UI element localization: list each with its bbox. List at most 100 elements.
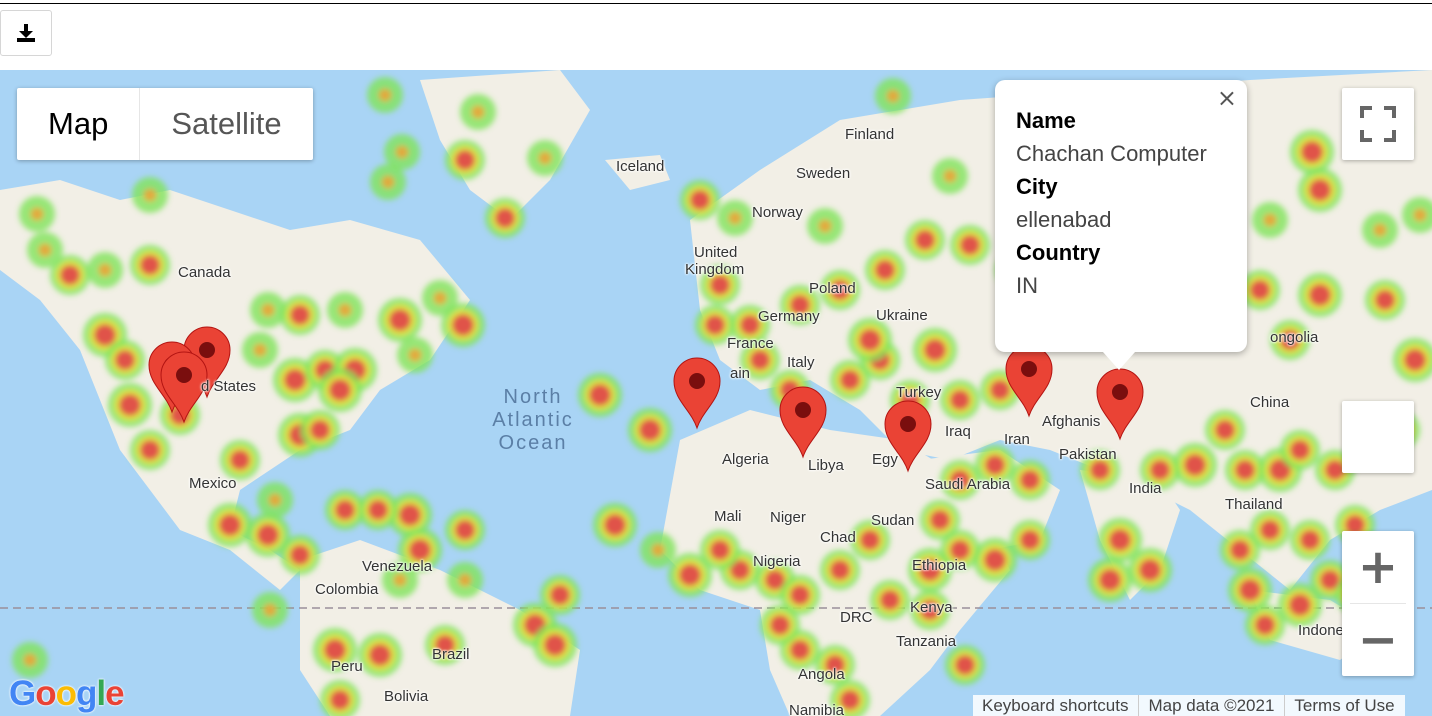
heatmap-spot [130,245,170,285]
label-libya: Libya [808,457,844,474]
heatmap-spot [940,380,980,420]
heatmap-spot [973,538,1017,582]
map-canvas[interactable]: Finland Iceland Sweden Norway United Kin… [0,70,1432,716]
label-turkey: Turkey [896,384,942,401]
heatmap-spot [1088,558,1132,602]
heatmap-spot [242,332,278,368]
download-button[interactable] [0,10,52,56]
heatmap-spot [1298,273,1342,317]
google-logo[interactable]: Google [9,674,125,714]
heatmap-spot [717,200,753,236]
heatmap-spot [318,368,362,412]
heatmap-spot [527,140,563,176]
name-value: Chachan Computer [1016,141,1207,166]
heatmap-spot [300,410,340,450]
label-nigeria: Nigeria [753,553,801,570]
label-thailand: Thailand [1225,496,1283,513]
heatmap-spot [130,430,170,470]
label-sweden: Sweden [796,165,851,182]
map-type-control: Map Satellite [17,88,313,160]
heatmap-spot [1010,460,1050,500]
fullscreen-button[interactable] [1342,88,1414,160]
heatmap-spot [445,140,485,180]
heatmap-spot [760,605,800,645]
info-window: × Name Chachan Computer City ellenabad C… [995,80,1247,370]
label-pakistan: Pakistan [1059,446,1117,463]
label-ukraine: Ukraine [876,307,928,324]
heatmap-spot [358,633,402,677]
heatmap-spot [807,208,843,244]
heatmap-spot [913,328,957,372]
label-saudi-arabia: Saudi Arabia [925,476,1011,493]
label-ethiopia: Ethiopia [912,557,967,574]
heatmap-spot [87,252,123,288]
label-bolivia: Bolivia [384,688,429,705]
heatmap-spot [1205,410,1245,450]
keyboard-shortcuts-link[interactable]: Keyboard shortcuts [973,695,1138,716]
zoom-control: + − [1342,531,1414,676]
label-canada: Canada [178,264,231,281]
heatmap-spot [533,623,577,667]
label-sudan: Sudan [871,512,915,529]
ocean-label: North Atlantic Ocean [478,386,588,455]
zoom-in-button[interactable]: + [1342,531,1414,603]
heatmap-spot [220,440,260,480]
heatmap-spot [252,592,288,628]
terms-of-use-link[interactable]: Terms of Use [1284,695,1404,716]
label-venezuela: Venezuela [362,558,433,575]
heatmap-spot [1173,443,1217,487]
heatmap-spot [50,255,90,295]
heatmap-spot [865,250,905,290]
download-icon [17,24,35,42]
heatmap-spot [1290,520,1330,560]
heatmap-spot [1365,280,1405,320]
map-type-satellite-button[interactable]: Satellite [140,88,312,160]
heatmap-spot [105,340,145,380]
heatmap-spot [628,408,672,452]
heatmap-spot [367,77,403,113]
heatmap-spot [460,94,496,130]
ocean-label-line-1: North [503,386,563,408]
heatmap-spot [830,360,870,400]
label-angola: Angola [798,666,845,683]
zoom-out-button[interactable]: − [1342,604,1414,676]
name-label: Name [1016,108,1076,133]
heatmap-spot [358,490,398,530]
heatmap-spot [132,177,168,213]
heatmap-spot [378,298,422,342]
close-icon[interactable]: × [1217,84,1237,112]
heatmap-spot [848,318,892,362]
heatmap-spot [870,580,910,620]
label-iceland: Iceland [616,158,665,175]
heatmap-spot [680,180,720,220]
label-norway: Norway [752,204,803,221]
heatmap-spot [945,645,985,685]
fullscreen-icon [1360,106,1396,142]
heatmap-spot [875,78,911,114]
heatmap-spot [327,292,363,328]
heatmap-spot [540,575,580,615]
heatmap-spot [905,220,945,260]
street-view-pegman-button[interactable] [1342,401,1414,473]
label-tanzania: Tanzania [896,633,957,650]
label-united-states: d States [201,378,257,395]
label-chad: Chad [820,529,856,546]
heatmap-spot [370,164,406,200]
heatmap-spot [700,530,740,570]
label-mexico: Mexico [189,475,237,492]
ocean-label-line-2: Atlantic [492,409,574,431]
heatmap-spot [593,503,637,547]
heatmap-spot [445,510,485,550]
label-italy: Italy [787,354,815,371]
label-brazil: Brazil [432,646,470,663]
heatmap-spot [19,196,55,232]
label-kenya: Kenya [910,599,953,616]
heatmap-spot [280,295,320,335]
map-type-map-button[interactable]: Map [17,88,141,160]
city-value: ellenabad [1016,207,1112,232]
heatmap-spot [447,562,483,598]
heatmap-spot [108,383,152,427]
label-spain: ain [730,365,751,382]
city-label: City [1016,174,1058,199]
heatmap-spot [208,503,252,547]
